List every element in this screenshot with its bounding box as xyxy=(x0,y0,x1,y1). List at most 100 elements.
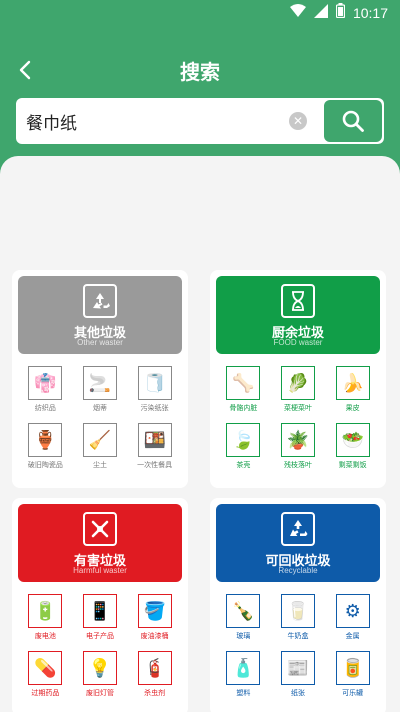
item-plant[interactable]: 🪴 残枝落叶 xyxy=(271,423,326,470)
milk-box-icon: 🥛 xyxy=(280,594,315,628)
tea-shell-icon: 🍃 xyxy=(226,423,261,457)
item-can[interactable]: 🥫 可乐罐 xyxy=(325,651,380,698)
item-plastic[interactable]: 🧴 塑料 xyxy=(216,651,271,698)
item-ceramic[interactable]: 🏺 破旧陶瓷品 xyxy=(18,423,73,470)
medicine-icon: 💊 xyxy=(28,651,63,685)
clear-icon: ✕ xyxy=(292,114,304,128)
item-shell[interactable]: 🍃 茶壳 xyxy=(216,423,271,470)
category-card-harmful[interactable]: 有害垃圾 Harmful waster 🔋 废电池 📱 电子产品 🪣 废油漆桶 💊 过期… xyxy=(12,498,188,712)
battery-waste-icon: 🔋 xyxy=(28,594,63,628)
item-label: 金属 xyxy=(345,632,360,640)
spray-icon: 🧯 xyxy=(137,651,172,685)
category-header: 有害垃圾 Harmful waster xyxy=(18,504,182,582)
item-paint[interactable]: 🪣 废油漆桶 xyxy=(127,594,182,641)
tableware-icon: 🍱 xyxy=(137,423,172,457)
item-bone[interactable]: 🦴 骨骼内脏 xyxy=(216,366,271,413)
phone-icon: 📱 xyxy=(82,594,117,628)
recycle-symbol-icon xyxy=(83,284,117,318)
item-electronics[interactable]: 📱 电子产品 xyxy=(73,594,128,641)
search-input[interactable] xyxy=(26,106,286,136)
item-label: 废旧灯管 xyxy=(85,689,114,697)
item-grid: 👘 纺织品 🚬 烟蒂 🧻 污染纸张 🏺 破旧陶瓷品 🧹 尘土 🍱 一次性餐具 xyxy=(18,366,182,470)
item-label: 烟蒂 xyxy=(92,404,107,412)
category-subtitle: Other waster xyxy=(77,338,123,347)
item-leftovers[interactable]: 🥗 剩菜剩饭 xyxy=(325,423,380,470)
item-label: 茶壳 xyxy=(236,461,251,469)
search-bar: ✕ xyxy=(16,98,384,144)
item-medicine[interactable]: 💊 过期药品 xyxy=(18,651,73,698)
clear-button[interactable]: ✕ xyxy=(289,112,307,130)
ceramic-icon: 🏺 xyxy=(28,423,63,457)
clothing-icon: 👘 xyxy=(28,366,63,400)
search-button[interactable] xyxy=(324,100,382,142)
metal-icon: ⚙ xyxy=(335,594,370,628)
tissue-icon: 🧻 xyxy=(137,366,172,400)
item-paper[interactable]: 📰 纸张 xyxy=(271,651,326,698)
item-grid: 🍾 玻璃 🥛 牛奶盒 ⚙ 金属 🧴 塑料 📰 纸张 🥫 可乐罐 xyxy=(216,594,380,698)
plant-icon: 🪴 xyxy=(280,423,315,457)
item-textile[interactable]: 👘 纺织品 xyxy=(18,366,73,413)
item-cigarette[interactable]: 🚬 烟蒂 xyxy=(73,366,128,413)
item-battery[interactable]: 🔋 废电池 xyxy=(18,594,73,641)
item-vegetable[interactable]: 🥬 菜梗菜叶 xyxy=(271,366,326,413)
category-card-other[interactable]: 其他垃圾 Other waster 👘 纺织品 🚬 烟蒂 🧻 污染纸张 🏺 破旧陶瓷品 … xyxy=(12,270,188,488)
paint-bucket-icon: 🪣 xyxy=(137,594,172,628)
status-bar: 10:17 xyxy=(0,0,400,24)
clock: 10:17 xyxy=(352,4,388,21)
hourglass-icon xyxy=(281,284,315,318)
item-glass[interactable]: 🍾 玻璃 xyxy=(216,594,271,641)
content-area: 其他垃圾 Other waster 👘 纺织品 🚬 烟蒂 🧻 污染纸张 🏺 破旧陶瓷品 … xyxy=(0,156,400,712)
broom-icon: 🧹 xyxy=(82,423,117,457)
item-label: 破旧陶瓷品 xyxy=(27,461,63,469)
item-pesticide[interactable]: 🧯 杀虫剂 xyxy=(127,651,182,698)
item-grid: 🦴 骨骼内脏 🥬 菜梗菜叶 🍌 果皮 🍃 茶壳 🪴 残枝落叶 🥗 剩菜剩饭 xyxy=(216,366,380,470)
search-icon xyxy=(342,110,364,132)
paper-icon: 📰 xyxy=(280,651,315,685)
cigarette-icon: 🚬 xyxy=(82,366,117,400)
bone-icon: 🦴 xyxy=(226,366,261,400)
category-card-food[interactable]: 厨余垃圾 FOOD waster 🦴 骨骼内脏 🥬 菜梗菜叶 🍌 果皮 🍃 茶壳 🪴 残枝… xyxy=(210,270,386,488)
category-subtitle: Harmful waster xyxy=(73,566,127,575)
category-header: 其他垃圾 Other waster xyxy=(18,276,182,354)
item-grid: 🔋 废电池 📱 电子产品 🪣 废油漆桶 💊 过期药品 💡 废旧灯管 🧯 杀虫剂 xyxy=(18,594,182,698)
item-label: 可乐罐 xyxy=(342,689,364,697)
can-icon: 🥫 xyxy=(335,651,370,685)
item-label: 牛奶盒 xyxy=(287,632,309,640)
item-label: 电子产品 xyxy=(85,632,114,640)
item-peel[interactable]: 🍌 果皮 xyxy=(325,366,380,413)
item-dust[interactable]: 🧹 尘土 xyxy=(73,423,128,470)
battery-icon xyxy=(335,3,346,22)
category-header: 可回收垃圾 Recyclable xyxy=(216,504,380,582)
category-subtitle: Recyclable xyxy=(278,566,318,575)
signal-icon xyxy=(313,3,328,22)
item-milk-box[interactable]: 🥛 牛奶盒 xyxy=(271,594,326,641)
item-label: 纺织品 xyxy=(34,404,56,412)
item-label: 过期药品 xyxy=(31,689,60,697)
fruit-peel-icon: 🍌 xyxy=(335,366,370,400)
item-label: 骨骼内脏 xyxy=(229,404,258,412)
vegetable-icon: 🥬 xyxy=(280,366,315,400)
harmful-symbol-icon xyxy=(83,512,117,546)
glass-bottle-icon: 🍾 xyxy=(226,594,261,628)
item-label: 塑料 xyxy=(236,689,251,697)
wifi-icon xyxy=(289,3,306,22)
bulb-icon: 💡 xyxy=(82,651,117,685)
item-tableware[interactable]: 🍱 一次性餐具 xyxy=(127,423,182,470)
item-metal[interactable]: ⚙ 金属 xyxy=(325,594,380,641)
item-label: 玻璃 xyxy=(236,632,251,640)
category-card-recyclable[interactable]: 可回收垃圾 Recyclable 🍾 玻璃 🥛 牛奶盒 ⚙ 金属 🧴 塑料 📰 纸张 🥫 可… xyxy=(210,498,386,712)
item-tissue[interactable]: 🧻 污染纸张 xyxy=(127,366,182,413)
item-bulb[interactable]: 💡 废旧灯管 xyxy=(73,651,128,698)
item-label: 剩菜剩饭 xyxy=(338,461,367,469)
item-label: 果皮 xyxy=(345,404,360,412)
item-label: 一次性餐具 xyxy=(137,461,173,469)
leftovers-icon: 🥗 xyxy=(335,423,370,457)
status-icons: 10:17 xyxy=(289,3,388,22)
page-title: 搜索 xyxy=(180,60,220,84)
item-label: 废电池 xyxy=(34,632,56,640)
item-label: 纸张 xyxy=(290,689,305,697)
category-header: 厨余垃圾 FOOD waster xyxy=(216,276,380,354)
plastic-bottle-icon: 🧴 xyxy=(226,651,261,685)
item-label: 尘土 xyxy=(92,461,107,469)
item-label: 杀虫剂 xyxy=(144,689,166,697)
